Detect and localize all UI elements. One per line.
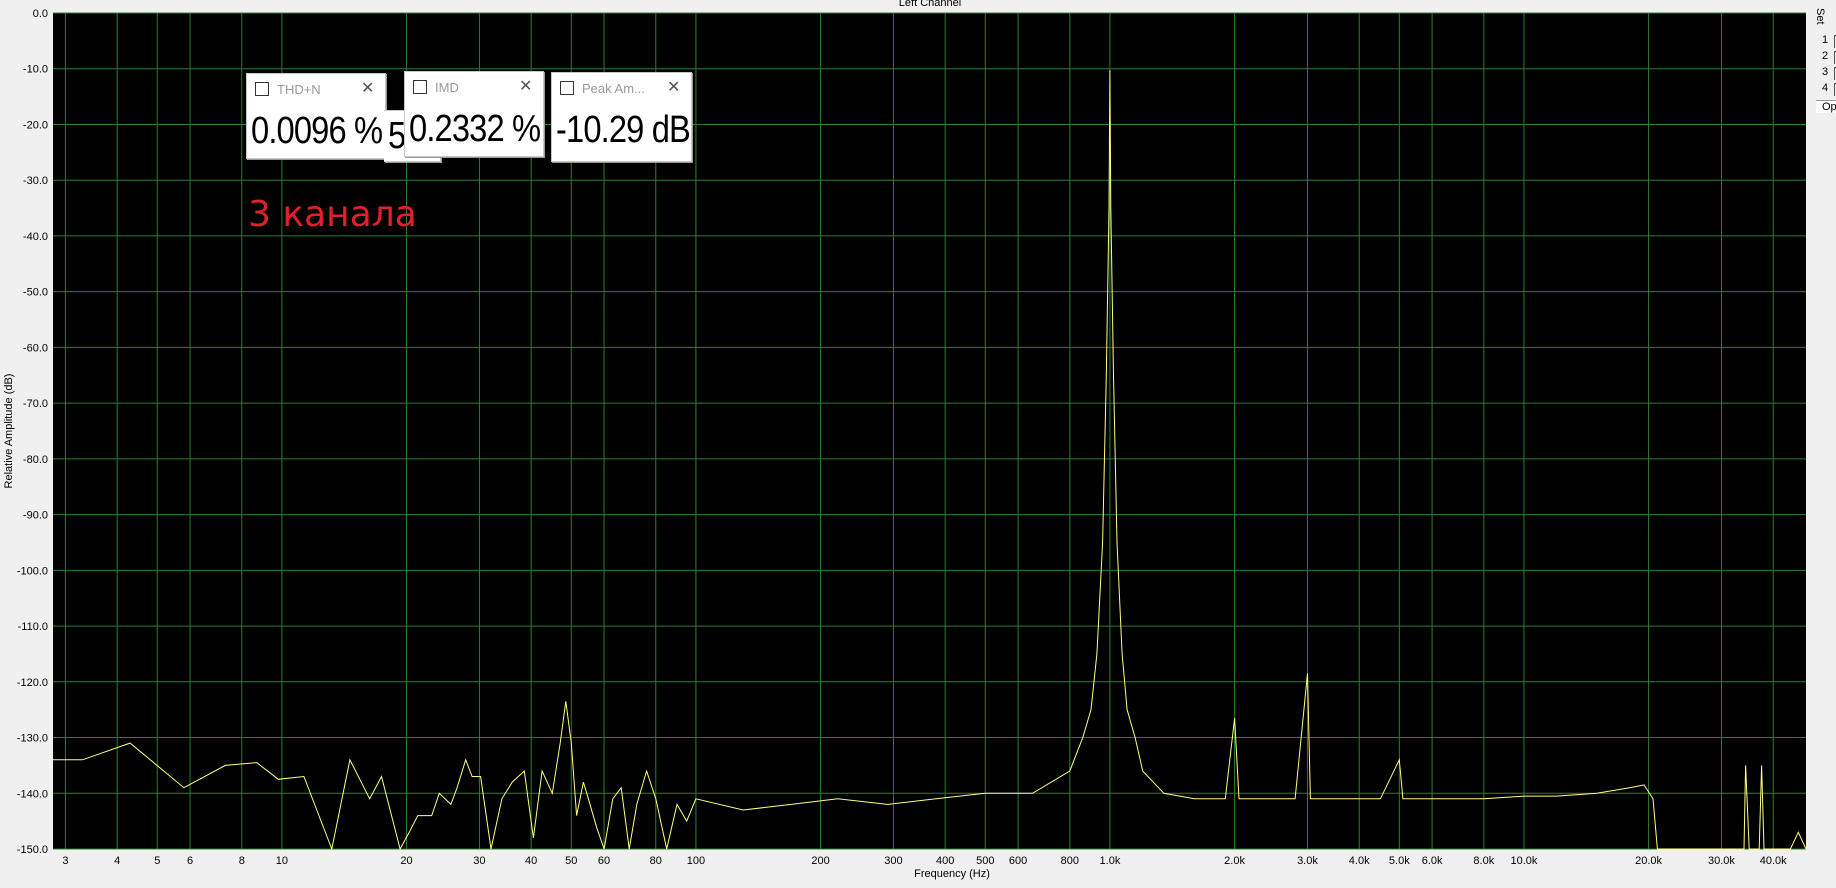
x-tick-label: 500 bbox=[976, 855, 994, 867]
y-tick-label: -130.0 bbox=[17, 733, 48, 745]
x-tick-label: 10.0k bbox=[1510, 855, 1537, 867]
x-tick-label: 20.0k bbox=[1635, 855, 1662, 867]
y-axis-label: Relative Amplitude (dB) bbox=[3, 374, 15, 489]
x-tick-label: 30 bbox=[473, 855, 485, 867]
x-tick-label: 30.0k bbox=[1708, 855, 1735, 867]
x-tick-label: 6 bbox=[187, 855, 193, 867]
set-row-number: 2 bbox=[1822, 50, 1829, 62]
x-tick-label: 8 bbox=[239, 855, 245, 867]
chart-title: Left Channel bbox=[899, 0, 961, 9]
side-panel-header: Set bbox=[1814, 8, 1826, 25]
set-row-number: 3 bbox=[1822, 66, 1829, 78]
y-tick-label: -90.0 bbox=[23, 510, 48, 522]
x-tick-label: 40 bbox=[525, 855, 537, 867]
y-tick-label: -60.0 bbox=[23, 342, 48, 354]
thdn-value: 0.0096 % bbox=[251, 110, 383, 152]
y-tick-label: -40.0 bbox=[23, 231, 48, 243]
x-axis-label: Frequency (Hz) bbox=[914, 868, 990, 880]
x-tick-label: 4 bbox=[114, 855, 120, 867]
set-row-4[interactable]: 4 bbox=[1814, 82, 1836, 96]
x-tick-label: 3.0k bbox=[1297, 855, 1318, 867]
set-row-2[interactable]: 2 bbox=[1814, 50, 1836, 64]
close-icon[interactable]: ✕ bbox=[361, 78, 374, 98]
x-tick-labels: 3 4 5 6 8 10 20 30 40 50 60 80 100 200 300 400 500 600 800… bbox=[62, 855, 1787, 867]
set-row-1[interactable]: 1 bbox=[1814, 34, 1836, 48]
x-tick-label: 800 bbox=[1061, 855, 1079, 867]
x-tick-label: 20 bbox=[400, 855, 412, 867]
set-row-number: 4 bbox=[1822, 82, 1829, 94]
meter-icon bbox=[413, 80, 427, 94]
set-row-number: 1 bbox=[1822, 34, 1829, 46]
y-tick-label: -20.0 bbox=[23, 119, 48, 131]
x-tick-label: 6.0k bbox=[1422, 855, 1443, 867]
y-tick-label: -110.0 bbox=[18, 621, 48, 633]
y-tick-label: -10.0 bbox=[23, 64, 48, 76]
x-tick-label: 100 bbox=[687, 855, 705, 867]
x-tick-label: 40.0k bbox=[1760, 855, 1787, 867]
annotation-label: 3 канала bbox=[248, 194, 417, 235]
x-tick-label: 2.0k bbox=[1224, 855, 1245, 867]
y-tick-label: -140.0 bbox=[17, 788, 48, 800]
peak-value: -10.29 dB bbox=[556, 109, 691, 151]
x-tick-label: 1.0k bbox=[1100, 855, 1121, 867]
y-tick-label: -70.0 bbox=[23, 398, 48, 410]
meter-icon bbox=[255, 82, 269, 96]
x-tick-label: 10 bbox=[276, 855, 288, 867]
side-panel: Set 1 2 3 4 Opt bbox=[1806, 8, 1836, 114]
close-icon[interactable]: ✕ bbox=[667, 77, 680, 97]
y-tick-label: -30.0 bbox=[23, 175, 48, 187]
meter-icon bbox=[560, 81, 574, 95]
x-tick-label: 400 bbox=[936, 855, 954, 867]
imd-value: 0.2332 % bbox=[409, 108, 541, 150]
y-tick-label: -50.0 bbox=[23, 287, 48, 299]
y-tick-label: -150.0 bbox=[17, 844, 48, 856]
x-tick-label: 300 bbox=[884, 855, 902, 867]
imd-title: IMD bbox=[435, 80, 459, 95]
y-tick-label: -80.0 bbox=[23, 454, 48, 466]
peak-title: Peak Am... bbox=[582, 81, 645, 96]
options-button[interactable]: Opt bbox=[1816, 100, 1836, 113]
x-tick-label: 3 bbox=[62, 855, 68, 867]
x-tick-label: 8.0k bbox=[1473, 855, 1494, 867]
x-tick-label: 4.0k bbox=[1349, 855, 1370, 867]
close-icon[interactable]: ✕ bbox=[519, 76, 532, 96]
x-tick-label: 5.0k bbox=[1389, 855, 1410, 867]
y-tick-labels: 0.0 -10.0 -20.0 -30.0 -40.0 -50.0 -60.0 -70.0 -8… bbox=[17, 8, 48, 856]
y-tick-label: -120.0 bbox=[17, 677, 48, 689]
y-tick-label: 0.0 bbox=[33, 8, 48, 20]
thdn-title: THD+N bbox=[277, 82, 321, 97]
peak-amplitude-meter[interactable]: Peak Am... ✕ -10.29 dB bbox=[551, 72, 692, 162]
x-tick-label: 200 bbox=[811, 855, 829, 867]
x-tick-label: 5 bbox=[154, 855, 160, 867]
hidden-meter-value: 5 bbox=[388, 115, 406, 157]
thdn-meter[interactable]: THD+N ✕ 0.0096 % bbox=[246, 73, 386, 159]
y-tick-label: -100.0 bbox=[17, 565, 48, 577]
imd-meter[interactable]: IMD ✕ 0.2332 % bbox=[404, 71, 544, 157]
x-tick-label: 600 bbox=[1009, 855, 1027, 867]
set-row-3[interactable]: 3 bbox=[1814, 66, 1836, 80]
x-tick-label: 80 bbox=[650, 855, 662, 867]
x-tick-label: 60 bbox=[598, 855, 610, 867]
x-tick-label: 50 bbox=[565, 855, 577, 867]
